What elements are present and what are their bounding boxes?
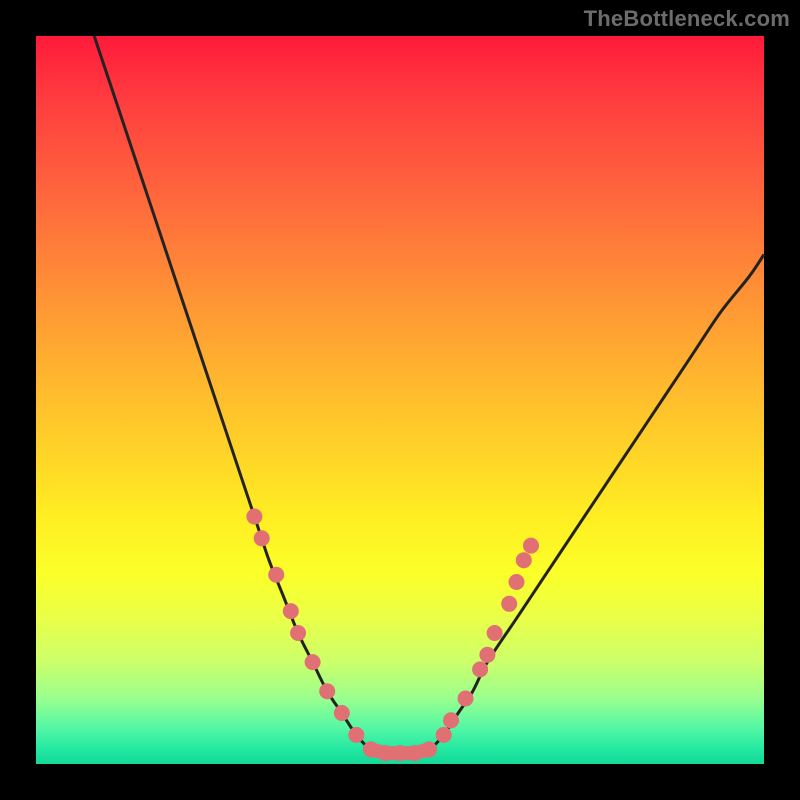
scatter-dot	[290, 625, 306, 641]
scatter-dot	[421, 741, 437, 757]
scatter-dot	[407, 745, 423, 761]
scatter-dot	[516, 552, 532, 568]
scatter-dot	[436, 727, 452, 743]
scatter-dot	[363, 741, 379, 757]
scatter-dot	[523, 538, 539, 554]
scatter-dot	[479, 647, 495, 663]
scatter-dot	[268, 567, 284, 583]
curve-layer	[36, 36, 764, 764]
scatter-dot	[509, 574, 525, 590]
scatter-dot	[501, 596, 517, 612]
scatter-dot	[305, 654, 321, 670]
scatter-dot	[334, 705, 350, 721]
chart-frame: TheBottleneck.com	[0, 0, 800, 800]
scatter-dot	[377, 745, 393, 761]
scatter-dot	[392, 745, 408, 761]
bottleneck-curve	[94, 36, 764, 753]
scatter-dot	[458, 691, 474, 707]
scatter-dot	[348, 727, 364, 743]
scatter-dot	[319, 683, 335, 699]
scatter-dot	[443, 712, 459, 728]
watermark-text: TheBottleneck.com	[584, 6, 790, 32]
scatter-dot	[472, 661, 488, 677]
scatter-dot	[487, 625, 503, 641]
plot-area	[36, 36, 764, 764]
scatter-dot	[246, 509, 262, 525]
bottleneck-curve-path	[94, 36, 764, 753]
scatter-dot	[283, 603, 299, 619]
scatter-dot	[254, 530, 270, 546]
scatter-dots	[246, 509, 539, 762]
